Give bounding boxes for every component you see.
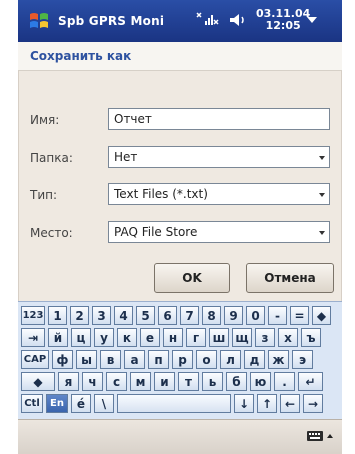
clock[interactable]: 03.11.04 12:05 [256,8,310,32]
key-9[interactable]: 9 [224,306,243,325]
name-label: Имя: [30,113,60,127]
key-э[interactable]: э [292,350,313,369]
key-д[interactable]: д [244,350,265,369]
key-ы[interactable]: ы [76,350,97,369]
dialog-title: Сохранить как [30,49,132,63]
volume-icon[interactable] [228,11,248,29]
keyboard-row-5: Ctl En é \ ↓ ↑ ← → [21,394,323,413]
key-4[interactable]: 4 [114,306,133,325]
key-1[interactable]: 1 [48,306,67,325]
key-г[interactable]: г [186,328,206,347]
key-м[interactable]: м [130,372,151,391]
arrow-up-key[interactable]: ↑ [257,394,277,413]
key-е[interactable]: е [140,328,160,347]
windows-flag-icon[interactable] [28,10,50,32]
key-р[interactable]: р [172,350,193,369]
key-3[interactable]: 3 [92,306,111,325]
key-ч[interactable]: ч [82,372,103,391]
key-в[interactable]: в [100,350,121,369]
language-key[interactable]: En [46,394,68,413]
dropdown-arrow-icon [319,193,325,197]
arrow-right-key[interactable]: → [303,394,323,413]
key-ж[interactable]: ж [268,350,289,369]
keyboard-row-2: ⇥ й ц у к е н г ш щ з х ъ [21,328,321,347]
dropdown-arrow-icon [319,156,325,160]
backspace-key[interactable]: ◆ [312,306,331,325]
key-ц[interactable]: ц [71,328,91,347]
folder-select[interactable]: Нет [108,146,330,168]
location-select[interactable]: PAQ File Store [108,221,330,243]
key-period[interactable]: . [274,372,295,391]
keyboard-row-3: CAP ф ы в а п р о л д ж э [21,350,313,369]
key-equals[interactable]: = [290,306,309,325]
location-value: PAQ File Store [114,225,198,239]
key-8[interactable]: 8 [202,306,221,325]
cancel-button[interactable]: Отмена [246,263,334,293]
name-input[interactable]: Отчет [108,108,330,130]
key-й[interactable]: й [48,328,68,347]
key-123[interactable]: 123 [21,306,45,325]
key-л[interactable]: л [220,350,241,369]
ok-button[interactable]: OK [154,263,230,293]
key-т[interactable]: т [178,372,199,391]
dialog-header: Сохранить как [18,42,342,71]
key-ъ[interactable]: ъ [301,328,321,347]
type-value: Text Files (*.txt) [114,187,208,201]
key-ш[interactable]: ш [209,328,229,347]
key-2[interactable]: 2 [70,306,89,325]
dropdown-arrow-icon [319,231,325,235]
arrow-left-key[interactable]: ← [280,394,300,413]
key-backslash[interactable]: \ [94,394,114,413]
key-а[interactable]: а [124,350,145,369]
time-text: 12:05 [265,19,301,32]
command-bar [18,419,342,454]
signal-icon[interactable] [195,11,219,27]
folder-label: Папка: [30,151,73,165]
key-5[interactable]: 5 [136,306,155,325]
shift-key[interactable]: ◆ [21,372,55,391]
key-н[interactable]: н [163,328,183,347]
type-select[interactable]: Text Files (*.txt) [108,183,330,205]
key-ю[interactable]: ю [250,372,271,391]
key-у[interactable]: у [94,328,114,347]
type-label: Тип: [30,188,58,202]
device-screen: Spb GPRS Moni 03.11.04 12:05 Сохранить к… [18,0,342,454]
key-0[interactable]: 0 [246,306,265,325]
tab-key[interactable]: ⇥ [21,328,45,347]
key-с[interactable]: с [106,372,127,391]
key-accent[interactable]: é [71,394,91,413]
ctrl-key[interactable]: Ctl [21,394,43,413]
key-б[interactable]: б [226,372,247,391]
status-bar: Spb GPRS Moni 03.11.04 12:05 [18,0,342,42]
space-key[interactable] [117,394,231,413]
app-title: Spb GPRS Moni [58,14,165,28]
caps-key[interactable]: CAP [21,350,49,369]
key-к[interactable]: к [117,328,137,347]
location-label: Место: [30,226,73,240]
enter-key[interactable]: ↵ [298,372,323,391]
key-7[interactable]: 7 [180,306,199,325]
input-panel-arrow-icon[interactable] [326,432,334,440]
keyboard-icon[interactable] [306,429,324,443]
key-6[interactable]: 6 [158,306,177,325]
name-value: Отчет [114,112,152,126]
folder-value: Нет [114,150,138,164]
arrow-down-key[interactable]: ↓ [234,394,254,413]
key-щ[interactable]: щ [232,328,252,347]
key-п[interactable]: п [148,350,169,369]
key-ь[interactable]: ь [202,372,223,391]
key-ф[interactable]: ф [52,350,73,369]
key-з[interactable]: з [255,328,275,347]
key-minus[interactable]: - [268,306,287,325]
key-о[interactable]: о [196,350,217,369]
soft-keyboard: 123 1 2 3 4 5 6 7 8 9 0 - = ◆ ⇥ й ц у к … [18,301,342,420]
key-я[interactable]: я [58,372,79,391]
keyboard-row-1: 123 1 2 3 4 5 6 7 8 9 0 - = ◆ [21,306,331,325]
key-х[interactable]: х [278,328,298,347]
keyboard-row-4: ◆ я ч с м и т ь б ю . ↵ [21,372,323,391]
chevron-down-icon[interactable] [306,16,318,24]
key-и[interactable]: и [154,372,175,391]
